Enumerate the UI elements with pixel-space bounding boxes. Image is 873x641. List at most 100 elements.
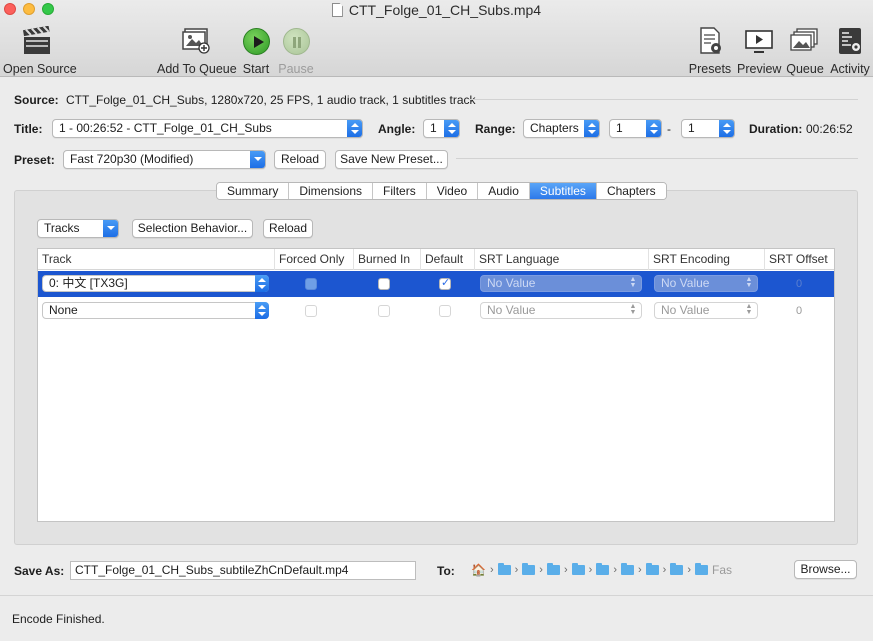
title-label: Title: bbox=[14, 122, 43, 136]
srt-language-value: No Value bbox=[487, 303, 536, 317]
chevron-right-icon: › bbox=[489, 564, 494, 576]
track-select[interactable]: None bbox=[42, 302, 269, 319]
folder-icon bbox=[645, 563, 659, 575]
chevron-right-icon: › bbox=[687, 564, 691, 576]
destination-label: To: bbox=[437, 564, 455, 578]
destination-path[interactable]: 🏠 › › › › › › › › › Fas bbox=[471, 563, 732, 577]
track-select-value: 0: 中文 [TX3G] bbox=[49, 276, 128, 290]
preset-select-value: Fast 720p30 (Modified) bbox=[70, 152, 194, 166]
start-label: Start bbox=[242, 62, 270, 76]
preset-label: Preset: bbox=[14, 153, 55, 167]
status-text: Encode Finished. bbox=[12, 612, 105, 626]
srt-language-select[interactable]: No Value bbox=[480, 275, 642, 292]
queue-label: Queue bbox=[786, 62, 824, 76]
srt-offset-field[interactable]: 0 bbox=[796, 278, 802, 290]
open-source-label: Open Source bbox=[3, 62, 77, 76]
add-to-queue-button[interactable]: Add To Queue bbox=[157, 24, 237, 76]
activity-icon bbox=[828, 24, 872, 58]
duration-value: 00:26:52 bbox=[806, 122, 853, 136]
save-as-field[interactable]: CTT_Folge_01_CH_Subs_subtileZhCnDefault.… bbox=[70, 561, 416, 580]
selection-behavior-button[interactable]: Selection Behavior... bbox=[132, 219, 253, 238]
srt-encoding-select[interactable]: No Value bbox=[654, 275, 758, 292]
tab-chapters[interactable]: Chapters bbox=[596, 183, 666, 199]
angle-select-value: 1 bbox=[430, 121, 437, 135]
folder-icon bbox=[522, 563, 536, 575]
column-forced-only[interactable]: Forced Only bbox=[275, 249, 354, 270]
range-dash: - bbox=[667, 122, 671, 136]
subtitles-reload-button[interactable]: Reload bbox=[263, 219, 313, 238]
tab-filters[interactable]: Filters bbox=[373, 183, 427, 199]
range-start-value: 1 bbox=[616, 121, 623, 135]
add-to-queue-label: Add To Queue bbox=[157, 62, 237, 76]
up-down-icon bbox=[347, 120, 362, 137]
range-start-select[interactable]: 1 bbox=[609, 119, 662, 138]
preset-select[interactable]: Fast 720p30 (Modified) bbox=[63, 150, 266, 169]
column-srt-language[interactable]: SRT Language bbox=[475, 249, 649, 270]
preset-reload-button[interactable]: Reload bbox=[274, 150, 326, 169]
track-select[interactable]: 0: 中文 [TX3G] bbox=[42, 275, 269, 292]
tracks-menu[interactable]: Tracks bbox=[37, 219, 119, 238]
queue-button[interactable]: Queue bbox=[785, 24, 825, 76]
folder-icon bbox=[571, 563, 585, 575]
title-select[interactable]: 1 - 00:26:52 - CTT_Folge_01_CH_Subs bbox=[52, 119, 363, 138]
tab-video[interactable]: Video bbox=[426, 183, 479, 199]
chevron-right-icon: › bbox=[662, 564, 667, 576]
up-down-icon bbox=[584, 120, 599, 137]
queue-icon bbox=[785, 24, 825, 58]
up-down-icon bbox=[629, 304, 637, 316]
table-row[interactable]: None No Value No Value 0 bbox=[38, 298, 834, 324]
chevron-right-icon: › bbox=[563, 564, 568, 576]
tab-dimensions[interactable]: Dimensions bbox=[289, 183, 374, 199]
tab-audio[interactable]: Audio bbox=[478, 183, 530, 199]
add-to-queue-icon bbox=[157, 24, 235, 58]
chevron-down-icon bbox=[250, 151, 265, 168]
start-button[interactable]: Start bbox=[238, 24, 274, 76]
range-type-select[interactable]: Chapters bbox=[523, 119, 600, 138]
open-source-button[interactable]: Open Source bbox=[3, 24, 77, 76]
angle-select[interactable]: 1 bbox=[423, 119, 460, 138]
chevron-right-icon: › bbox=[588, 564, 593, 576]
srt-encoding-select[interactable]: No Value bbox=[654, 302, 758, 319]
column-srt-encoding[interactable]: SRT Encoding bbox=[649, 249, 765, 270]
activity-button[interactable]: Activity bbox=[828, 24, 872, 76]
column-srt-offset[interactable]: SRT Offset bbox=[765, 249, 834, 270]
up-down-icon bbox=[745, 277, 753, 289]
up-down-icon bbox=[444, 120, 459, 137]
folder-icon bbox=[620, 563, 634, 575]
folder-icon bbox=[695, 563, 708, 575]
range-end-select[interactable]: 1 bbox=[681, 119, 735, 138]
burned-in-checkbox[interactable] bbox=[378, 278, 390, 290]
tab-bar: Summary Dimensions Filters Video Audio S… bbox=[216, 182, 667, 200]
range-end-value: 1 bbox=[688, 121, 695, 135]
browse-button[interactable]: Browse... bbox=[794, 560, 857, 579]
column-default[interactable]: Default bbox=[421, 249, 475, 270]
save-as-label: Save As: bbox=[14, 564, 65, 578]
up-down-icon bbox=[255, 275, 269, 292]
track-select-value: None bbox=[49, 303, 78, 317]
srt-offset-field[interactable]: 0 bbox=[796, 305, 802, 317]
pause-icon bbox=[282, 27, 310, 55]
chevron-down-icon bbox=[103, 220, 118, 237]
pause-button[interactable]: Pause bbox=[278, 24, 314, 76]
presets-button[interactable]: Presets bbox=[688, 24, 732, 76]
default-checkbox[interactable] bbox=[439, 305, 451, 317]
source-label: Source: bbox=[14, 93, 59, 107]
tab-summary[interactable]: Summary bbox=[217, 183, 290, 199]
default-checkbox[interactable] bbox=[439, 276, 451, 290]
burned-in-checkbox[interactable] bbox=[378, 305, 390, 317]
column-track[interactable]: Track bbox=[38, 249, 275, 270]
srt-encoding-value: No Value bbox=[661, 276, 710, 290]
activity-label: Activity bbox=[830, 62, 870, 76]
preview-button[interactable]: Preview bbox=[737, 24, 781, 76]
table-row[interactable]: 0: 中文 [TX3G] No Value No Value 0 bbox=[38, 271, 834, 297]
forced-only-checkbox[interactable] bbox=[305, 305, 317, 317]
forced-only-checkbox[interactable] bbox=[305, 278, 317, 290]
tab-subtitles[interactable]: Subtitles bbox=[529, 183, 597, 199]
folder-icon bbox=[546, 563, 560, 575]
column-burned-in[interactable]: Burned In bbox=[354, 249, 421, 270]
window-toolbar: CTT_Folge_01_CH_Subs.mp4 Open Source Add… bbox=[0, 0, 873, 77]
folder-icon bbox=[596, 563, 610, 575]
srt-language-select[interactable]: No Value bbox=[480, 302, 642, 319]
folder-icon bbox=[497, 563, 511, 575]
save-new-preset-button[interactable]: Save New Preset... bbox=[335, 150, 448, 169]
